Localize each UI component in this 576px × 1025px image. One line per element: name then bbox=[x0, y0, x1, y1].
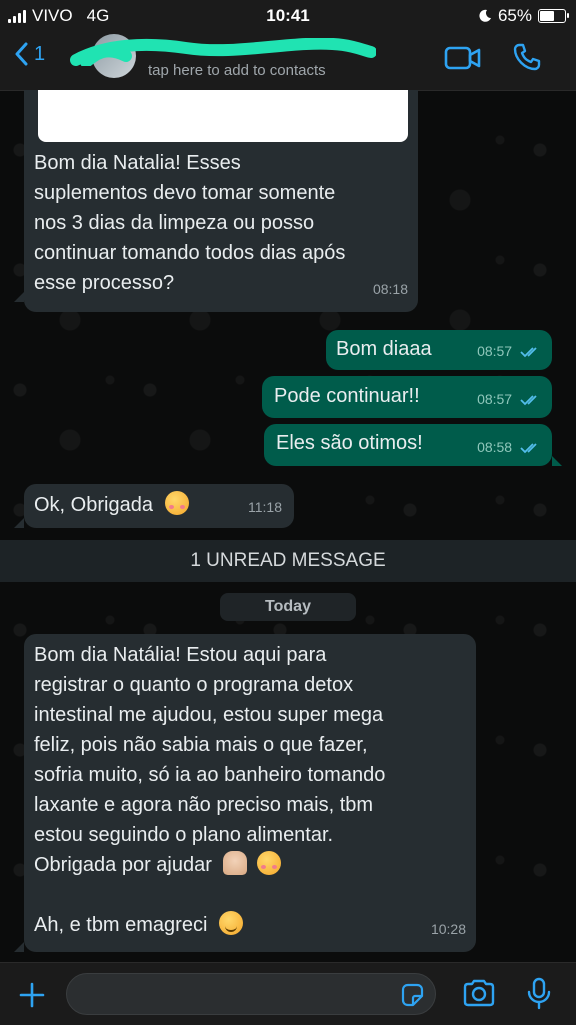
read-ticks-icon bbox=[520, 443, 537, 454]
message-line: continuar tomando todos dias após bbox=[34, 242, 346, 264]
read-ticks-icon bbox=[520, 395, 537, 406]
message-line-with-emoji: Obrigada por ajudar bbox=[34, 850, 470, 880]
sticker-icon[interactable] bbox=[399, 982, 425, 1008]
unread-banner: 1 UNREAD MESSAGE bbox=[0, 540, 576, 582]
date-separator: Today bbox=[220, 593, 356, 621]
grinning-face-icon bbox=[218, 911, 243, 935]
message-line: nos 3 dias da limpeza ou posso bbox=[34, 212, 315, 234]
bubble-tail bbox=[552, 456, 562, 466]
message-line: registrar o quanto o programa detox bbox=[34, 674, 354, 696]
message-text: Bom dia Natalia! Esses suplementos devo … bbox=[34, 148, 414, 298]
message-line: sofria muito, só ia ao banheiro tomando bbox=[34, 764, 386, 786]
message-time: 08:58 bbox=[477, 439, 513, 455]
unread-count: 1 bbox=[34, 42, 46, 65]
outgoing-message[interactable]: Eles são otimos! 08:58 bbox=[264, 424, 552, 466]
message-time: 08:57 bbox=[477, 391, 513, 407]
bubble-tail bbox=[14, 292, 24, 302]
message-line: estou seguindo o plano alimentar. bbox=[34, 824, 334, 846]
message-line-with-emoji: Ah, e tbm emagreci bbox=[34, 910, 470, 940]
read-ticks-icon bbox=[520, 347, 537, 358]
message-time-status: 08:58 bbox=[477, 432, 542, 462]
media-preview[interactable] bbox=[38, 90, 408, 142]
message-line: Bom dia Natalia! Esses bbox=[34, 152, 241, 174]
moon-icon bbox=[479, 9, 491, 22]
status-bar: VIVO 4G 10:41 65% bbox=[0, 0, 576, 32]
message-time-status: 08:57 bbox=[477, 384, 542, 414]
message-line: intestinal me ajudou, estou super mega bbox=[34, 704, 384, 726]
battery-icon bbox=[538, 9, 569, 23]
message-text: Ok, Obrigada bbox=[34, 490, 189, 520]
microphone-icon[interactable] bbox=[526, 977, 552, 1011]
battery-percent: 65% bbox=[497, 6, 532, 25]
incoming-message[interactable]: Bom dia Natália! Estou aqui para registr… bbox=[24, 634, 476, 952]
phone-call-icon[interactable] bbox=[512, 42, 542, 72]
folded-hands-icon bbox=[223, 851, 248, 875]
message-line: esse processo? bbox=[34, 272, 175, 294]
smiling-face-with-hearts-icon bbox=[164, 491, 189, 515]
incoming-message[interactable]: Ok, Obrigada 11:18 bbox=[24, 484, 294, 528]
outgoing-message[interactable]: Bom diaaa 08:57 bbox=[326, 330, 552, 370]
video-call-icon[interactable] bbox=[444, 46, 482, 70]
outgoing-message[interactable]: Pode continuar!! 08:57 bbox=[262, 376, 552, 418]
contact-subtitle[interactable]: tap here to add to contacts bbox=[148, 62, 326, 79]
message-time: 11:18 bbox=[248, 499, 282, 515]
message-time: 10:28 bbox=[430, 921, 466, 937]
message-text: Pode continuar!! bbox=[274, 385, 420, 407]
message-line: Obrigada por ajudar bbox=[34, 854, 212, 876]
message-text: Bom dia Natália! Estou aqui para registr… bbox=[34, 640, 470, 940]
back-button[interactable]: 1 bbox=[14, 42, 45, 66]
camera-icon[interactable] bbox=[462, 979, 496, 1007]
message-line: laxante e agora não preciso mais, tbm bbox=[34, 794, 374, 816]
message-line: feliz, pois não sabia mais o que fazer, bbox=[34, 734, 368, 756]
message-time-status: 08:57 bbox=[477, 336, 542, 366]
back-chevron-icon bbox=[15, 42, 28, 66]
bubble-tail bbox=[14, 518, 24, 528]
smiling-face-with-hearts-icon bbox=[257, 851, 282, 875]
message-line: Ah, e tbm emagreci bbox=[34, 914, 208, 936]
message-text: Bom diaaa bbox=[336, 338, 432, 360]
message-line: suplementos devo tomar somente bbox=[34, 182, 336, 204]
chat-header: 1 tap here to add to contacts bbox=[0, 32, 576, 91]
message-line: Ok, Obrigada bbox=[34, 494, 153, 516]
compose-bar bbox=[0, 962, 576, 1025]
message-line: Bom dia Natália! Estou aqui para bbox=[34, 644, 327, 666]
status-right: 65% bbox=[478, 6, 569, 26]
message-text: Eles são otimos! bbox=[276, 432, 423, 454]
message-time: 08:18 bbox=[372, 281, 408, 297]
message-time: 08:57 bbox=[477, 343, 513, 359]
media-message-cropped[interactable]: Bom dia Natalia! Esses suplementos devo … bbox=[24, 90, 418, 312]
plus-icon[interactable] bbox=[18, 981, 46, 1009]
message-input[interactable] bbox=[66, 973, 436, 1015]
bubble-tail bbox=[14, 942, 24, 952]
